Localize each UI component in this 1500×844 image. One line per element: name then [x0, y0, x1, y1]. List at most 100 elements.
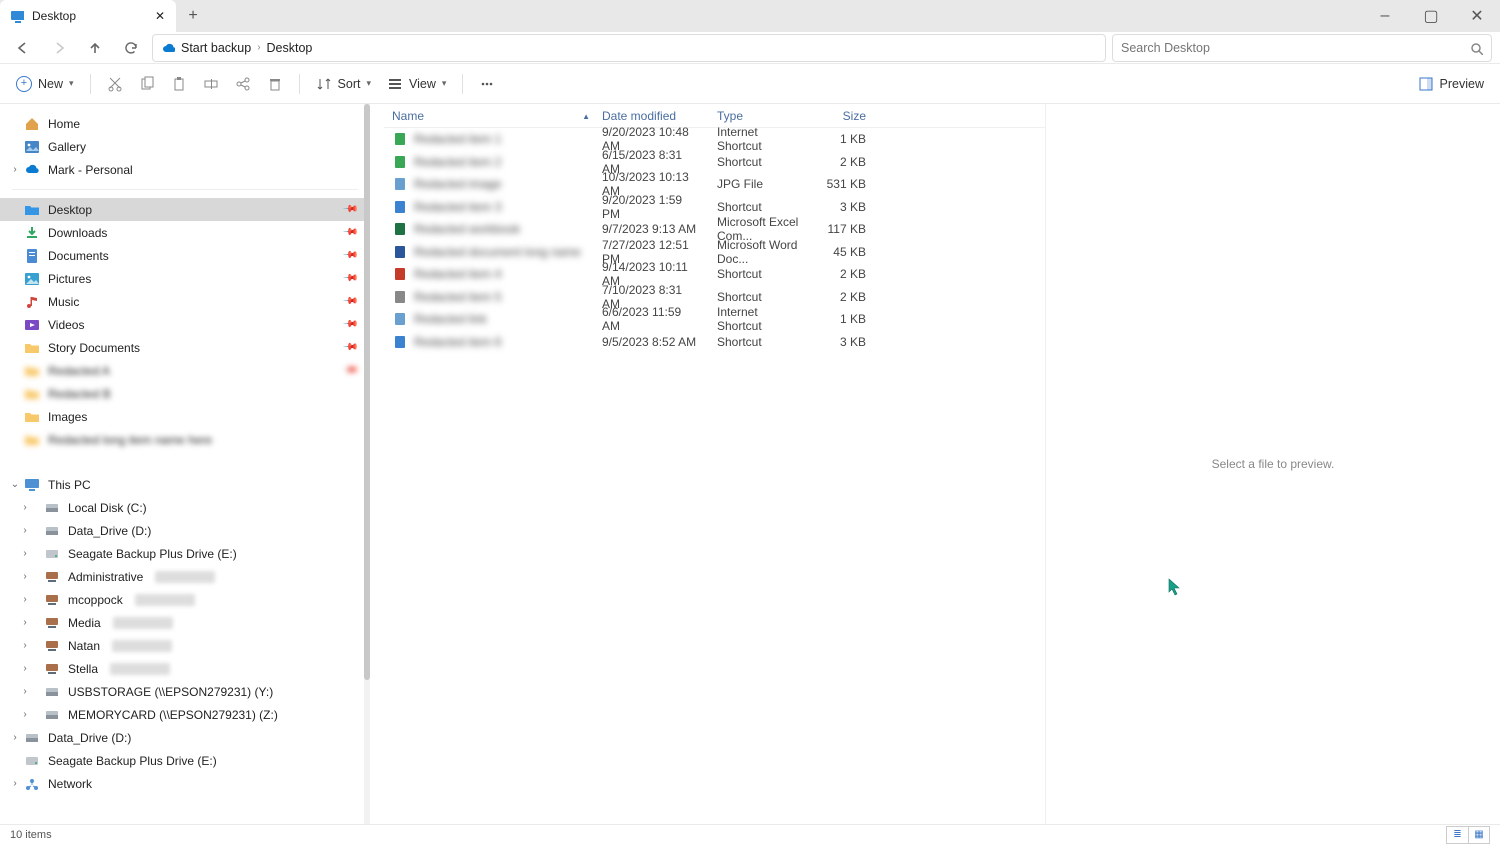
expand-icon[interactable]: › — [18, 640, 32, 651]
view-button[interactable]: View ▾ — [381, 70, 452, 98]
sidebar-drive[interactable]: ›Media — [0, 611, 370, 634]
forward-button[interactable] — [44, 33, 74, 63]
sidebar-drive[interactable]: › Administrative — [0, 565, 370, 588]
file-size: 2 KB — [809, 155, 874, 169]
expand-icon[interactable]: › — [8, 164, 22, 175]
sidebar-drive[interactable]: ›Local Disk (C:) — [0, 496, 370, 519]
maximize-button[interactable]: ▢ — [1408, 0, 1454, 32]
sidebar-item-videos[interactable]: Videos📌 — [0, 313, 370, 336]
cut-button[interactable] — [101, 70, 129, 98]
expand-icon[interactable]: › — [18, 502, 32, 513]
sidebar-images[interactable]: Images — [0, 405, 370, 428]
preview-toggle[interactable]: Preview — [1412, 70, 1490, 98]
column-size[interactable]: Size — [809, 109, 874, 123]
sidebar-scrollbar[interactable] — [364, 104, 370, 824]
sidebar-item-story-documents[interactable]: Story Documents📌 — [0, 336, 370, 359]
sidebar-item-redacted[interactable]: Redacted A 📌 — [0, 359, 370, 382]
up-button[interactable] — [80, 33, 110, 63]
table-row[interactable]: Redacted link6/6/2023 11:59 AMInternet S… — [384, 308, 1045, 331]
sidebar-drive[interactable]: ›Seagate Backup Plus Drive (E:) — [0, 542, 370, 565]
column-name[interactable]: Name ▲ — [384, 109, 594, 123]
expand-icon[interactable]: › — [18, 617, 32, 628]
sidebar-home[interactable]: Home — [0, 112, 370, 135]
sidebar-drive[interactable]: ›USBSTORAGE (\\EPSON279231) (Y:) — [0, 680, 370, 703]
sort-asc-icon: ▲ — [582, 112, 590, 121]
expand-icon[interactable]: › — [18, 548, 32, 559]
sidebar-network[interactable]: › Network — [0, 772, 370, 795]
copy-button[interactable] — [133, 70, 161, 98]
search-input[interactable] — [1121, 41, 1461, 55]
sidebar-item-documents[interactable]: Documents📌 — [0, 244, 370, 267]
sort-button[interactable]: Sort ▾ — [310, 70, 377, 98]
redacted-text — [135, 594, 195, 606]
network-icon — [24, 776, 40, 792]
close-button[interactable]: ✕ — [1454, 0, 1500, 32]
rename-button[interactable] — [197, 70, 225, 98]
expand-icon[interactable]: › — [8, 778, 22, 789]
delete-button[interactable] — [261, 70, 289, 98]
sidebar-item-label: Stella — [68, 662, 98, 676]
paste-button[interactable] — [165, 70, 193, 98]
sidebar-item-label: Administrative — [68, 570, 143, 584]
sidebar-item-music[interactable]: Music📌 — [0, 290, 370, 313]
table-row[interactable]: Redacted document long name7/27/2023 12:… — [384, 241, 1045, 264]
sort-icon — [316, 76, 332, 92]
sidebar-item-desktop[interactable]: Desktop📌 — [0, 198, 370, 221]
expand-icon[interactable]: › — [18, 709, 32, 720]
back-button[interactable] — [8, 33, 38, 63]
sidebar-onedrive[interactable]: › Mark - Personal — [0, 158, 370, 181]
file-size: 531 KB — [809, 177, 874, 191]
paste-icon — [171, 76, 187, 92]
more-button[interactable] — [473, 70, 501, 98]
expand-icon[interactable]: › — [18, 594, 32, 605]
sidebar-seagate-root[interactable]: Seagate Backup Plus Drive (E:) — [0, 749, 370, 772]
table-row[interactable]: Redacted item 26/15/2023 8:31 AMShortcut… — [384, 151, 1045, 174]
expand-icon[interactable]: › — [18, 571, 32, 582]
sidebar-this-pc[interactable]: ⌄ This PC — [0, 473, 370, 496]
search-box[interactable] — [1112, 34, 1492, 62]
sidebar-drive[interactable]: › Stella — [0, 657, 370, 680]
expand-icon[interactable]: › — [18, 525, 32, 536]
file-size: 45 KB — [809, 245, 874, 259]
expand-icon[interactable]: › — [18, 663, 32, 674]
file-name: Redacted image — [414, 177, 501, 191]
sort-label: Sort — [338, 77, 361, 91]
file-name: Redacted item 5 — [414, 290, 501, 304]
sidebar-drive[interactable]: ›MEMORYCARD (\\EPSON279231) (Z:) — [0, 703, 370, 726]
breadcrumb[interactable]: Start backup › Desktop — [152, 34, 1106, 62]
sidebar-home-label: Home — [48, 117, 80, 131]
table-row[interactable]: Redacted item 69/5/2023 8:52 AMShortcut3… — [384, 331, 1045, 354]
new-button[interactable]: + New ▾ — [10, 70, 80, 98]
collapse-icon[interactable]: ⌄ — [8, 479, 22, 490]
new-tab-button[interactable]: + — [176, 0, 210, 32]
breadcrumb-current[interactable]: Desktop — [267, 41, 313, 55]
column-type[interactable]: Type — [709, 109, 809, 123]
close-tab-icon[interactable]: ✕ — [154, 10, 166, 22]
view-details-button[interactable]: ≣ — [1446, 826, 1468, 844]
sidebar-item-redacted[interactable]: Redacted B — [0, 382, 370, 405]
expand-icon[interactable]: › — [18, 686, 32, 697]
sidebar-item-pictures[interactable]: Pictures📌 — [0, 267, 370, 290]
sidebar-item-downloads[interactable]: Downloads📌 — [0, 221, 370, 244]
minimize-button[interactable]: – — [1362, 0, 1408, 32]
desktop-icon — [24, 202, 40, 218]
expand-icon[interactable]: › — [8, 732, 22, 743]
tab-desktop[interactable]: Desktop ✕ — [0, 0, 176, 32]
table-row[interactable]: Redacted item 19/20/2023 10:48 AMInterne… — [384, 128, 1045, 151]
file-icon — [392, 176, 408, 192]
breadcrumb-backup[interactable]: Start backup — [161, 41, 251, 55]
sidebar-drive[interactable]: ›mcoppock — [0, 588, 370, 611]
sidebar-gallery[interactable]: Gallery — [0, 135, 370, 158]
sidebar-drive[interactable]: ›Data_Drive (D:) — [0, 519, 370, 542]
sidebar-drive[interactable]: ›Natan — [0, 634, 370, 657]
sidebar-item-redacted[interactable]: Redacted long item name here — [0, 428, 370, 451]
table-row[interactable]: Redacted item 49/14/2023 10:11 AMShortcu… — [384, 263, 1045, 286]
view-grid-button[interactable]: ▦ — [1468, 826, 1490, 844]
refresh-button[interactable] — [116, 33, 146, 63]
sidebar-data-drive-root[interactable]: › Data_Drive (D:) — [0, 726, 370, 749]
pictures-icon — [24, 271, 40, 287]
share-button[interactable] — [229, 70, 257, 98]
column-date[interactable]: Date modified — [594, 109, 709, 123]
table-row[interactable]: Redacted image10/3/2023 10:13 AMJPG File… — [384, 173, 1045, 196]
scrollbar-thumb[interactable] — [364, 104, 370, 680]
